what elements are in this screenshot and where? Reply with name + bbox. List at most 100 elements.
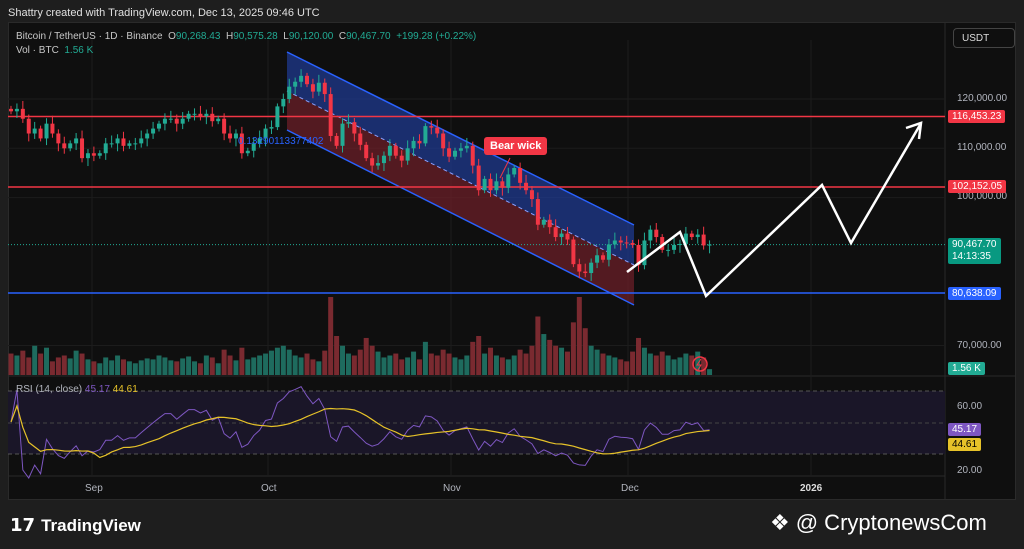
- volume-tag: 1.56 K: [948, 362, 985, 375]
- volume-bar: [156, 355, 162, 375]
- volume-bar: [499, 357, 505, 375]
- candle-body: [14, 108, 19, 112]
- volume-bar: [79, 353, 85, 375]
- volume-bar: [411, 351, 417, 375]
- volume-bar: [298, 357, 304, 375]
- volume-bar: [393, 353, 399, 375]
- candle-body: [565, 233, 570, 240]
- price-chart[interactable]: [0, 0, 1024, 549]
- volume-bar: [215, 363, 221, 375]
- candle-body: [364, 144, 369, 159]
- candle-body: [695, 234, 700, 238]
- cryptonews-logo-icon: ❖: [770, 510, 790, 535]
- rsi-tick: 20.00: [957, 465, 983, 476]
- volume-bar: [103, 357, 109, 375]
- volume-bar: [162, 357, 168, 375]
- volume-value: 1.56 K: [64, 45, 94, 56]
- candle-body: [139, 138, 144, 144]
- volume-bar: [132, 363, 138, 375]
- volume-bar: [280, 345, 286, 375]
- candle-body: [707, 244, 712, 246]
- symbol-name: Bitcoin / TetherUS · 1D · Binance: [16, 31, 163, 42]
- tradingview-logo[interactable]: 𝟭𝟳 TradingView: [10, 515, 141, 536]
- volume-bar: [174, 361, 180, 375]
- candle-body: [399, 155, 404, 161]
- volume-bar: [707, 369, 713, 375]
- candle-body: [547, 219, 552, 228]
- volume-bar: [624, 361, 630, 375]
- candle-body: [701, 234, 706, 246]
- channel-upper-fill: [287, 52, 634, 265]
- candle-body: [535, 199, 540, 225]
- watermark: ❖ @ CryptonewsCom: [770, 510, 987, 536]
- volume-bar: [233, 360, 239, 375]
- volume-bars: [8, 297, 713, 375]
- bear-wick-callout[interactable]: Bear wick: [484, 137, 548, 155]
- rsi-label: RSI (14, close): [16, 384, 83, 395]
- currency-button[interactable]: USDT: [953, 28, 1015, 48]
- volume-bar: [677, 357, 683, 375]
- rsi-ma-tag: 44.61: [948, 438, 982, 451]
- volume-bar: [493, 355, 499, 375]
- candle-body: [571, 239, 576, 265]
- candle-body: [381, 155, 386, 164]
- volume-bar: [97, 363, 103, 375]
- support-tag: 80,638.09: [948, 287, 1001, 300]
- candle-body: [192, 113, 197, 115]
- volume-bar: [345, 353, 351, 375]
- candle-body: [370, 158, 375, 166]
- candle-body: [393, 145, 398, 156]
- projection-path[interactable]: [626, 124, 922, 299]
- volume-bar: [61, 355, 67, 375]
- volume-bar: [606, 355, 612, 375]
- candle-body: [121, 138, 126, 146]
- candle-body: [624, 242, 629, 244]
- watermark-text: @ CryptonewsCom: [795, 510, 987, 535]
- candle-body: [38, 128, 43, 139]
- volume-bar: [263, 353, 269, 375]
- candle-body: [85, 153, 90, 159]
- candle-body: [186, 113, 191, 119]
- candle-body: [328, 94, 333, 136]
- volume-bar: [452, 357, 458, 375]
- volume-bar: [476, 336, 482, 375]
- candle-body: [630, 242, 635, 245]
- resistance-high-tag: 116,453.23: [948, 110, 1006, 123]
- candle-body: [74, 138, 79, 144]
- candle-body: [376, 163, 381, 166]
- volume-label: Vol · BTC: [16, 45, 59, 56]
- rsi-tick: 60.00: [957, 401, 983, 412]
- candle-body: [387, 145, 392, 156]
- volume-bar: [428, 353, 434, 375]
- candle-body: [62, 143, 67, 149]
- candle-body: [151, 128, 156, 134]
- volume-bar: [85, 359, 91, 375]
- volume-bar: [363, 337, 369, 375]
- volume-bar: [328, 297, 334, 375]
- volume-bar: [115, 355, 121, 375]
- candle-body: [666, 249, 671, 251]
- volume-bar: [203, 355, 209, 375]
- volume-bar: [32, 345, 38, 375]
- candle-body: [482, 178, 487, 191]
- volume-bar: [109, 360, 115, 375]
- candle-body: [293, 81, 298, 87]
- candle-body: [91, 153, 96, 156]
- current-price: 90,467.70: [952, 239, 997, 250]
- candle-body: [204, 113, 209, 117]
- price-tick: 120,000.00: [957, 93, 1008, 104]
- candle-body: [281, 99, 286, 107]
- volume-bar: [405, 357, 411, 375]
- candle-body: [423, 126, 428, 144]
- candle-body: [198, 113, 203, 117]
- volume-bar: [588, 345, 594, 375]
- candle-body: [654, 229, 659, 238]
- candle-body: [322, 82, 327, 95]
- volume-bar: [511, 355, 517, 375]
- volume-bar: [612, 357, 618, 375]
- volume-bar: [180, 358, 186, 375]
- candle-body: [168, 118, 173, 120]
- volume-bar: [517, 349, 523, 375]
- volume-bar: [600, 353, 606, 375]
- candle-body: [210, 113, 215, 122]
